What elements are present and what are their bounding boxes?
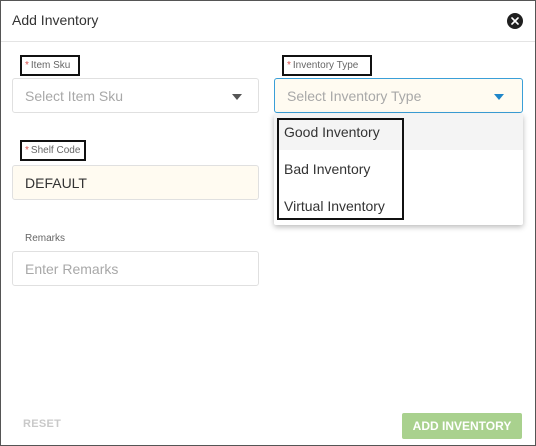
caret-down-icon xyxy=(494,94,504,100)
remarks-label: Remarks xyxy=(25,233,66,244)
inventory-type-dropdown: Good Inventory Bad Inventory Virtual Inv… xyxy=(274,114,523,225)
close-icon xyxy=(511,17,519,25)
add-inventory-dialog: Add Inventory * Item Sku Select Item Sku … xyxy=(0,0,536,446)
inventory-type-select[interactable]: Select Inventory Type xyxy=(274,78,523,113)
dialog-header: Add Inventory xyxy=(1,1,535,42)
inventory-type-label: * Inventory Type xyxy=(282,55,372,76)
reset-button[interactable]: RESET xyxy=(23,418,61,430)
shelf-code-value: DEFAULT xyxy=(25,174,87,191)
close-button[interactable] xyxy=(507,13,523,29)
remarks-placeholder: Enter Remarks xyxy=(25,260,119,277)
item-sku-placeholder: Select Item Sku xyxy=(25,87,124,104)
item-sku-label: * Item Sku xyxy=(20,55,80,76)
add-inventory-button[interactable]: ADD INVENTORY xyxy=(402,413,522,439)
dialog-title: Add Inventory xyxy=(12,12,99,28)
remarks-input[interactable]: Enter Remarks xyxy=(12,251,259,286)
option-bad-inventory[interactable]: Bad Inventory xyxy=(274,151,523,187)
caret-down-icon xyxy=(232,94,242,100)
shelf-code-label: * Shelf Code xyxy=(20,140,86,161)
option-good-inventory[interactable]: Good Inventory xyxy=(274,114,523,150)
inventory-type-placeholder: Select Inventory Type xyxy=(287,87,422,104)
shelf-code-input[interactable]: DEFAULT xyxy=(12,165,259,200)
option-virtual-inventory[interactable]: Virtual Inventory xyxy=(274,188,523,224)
item-sku-select[interactable]: Select Item Sku xyxy=(12,78,259,113)
